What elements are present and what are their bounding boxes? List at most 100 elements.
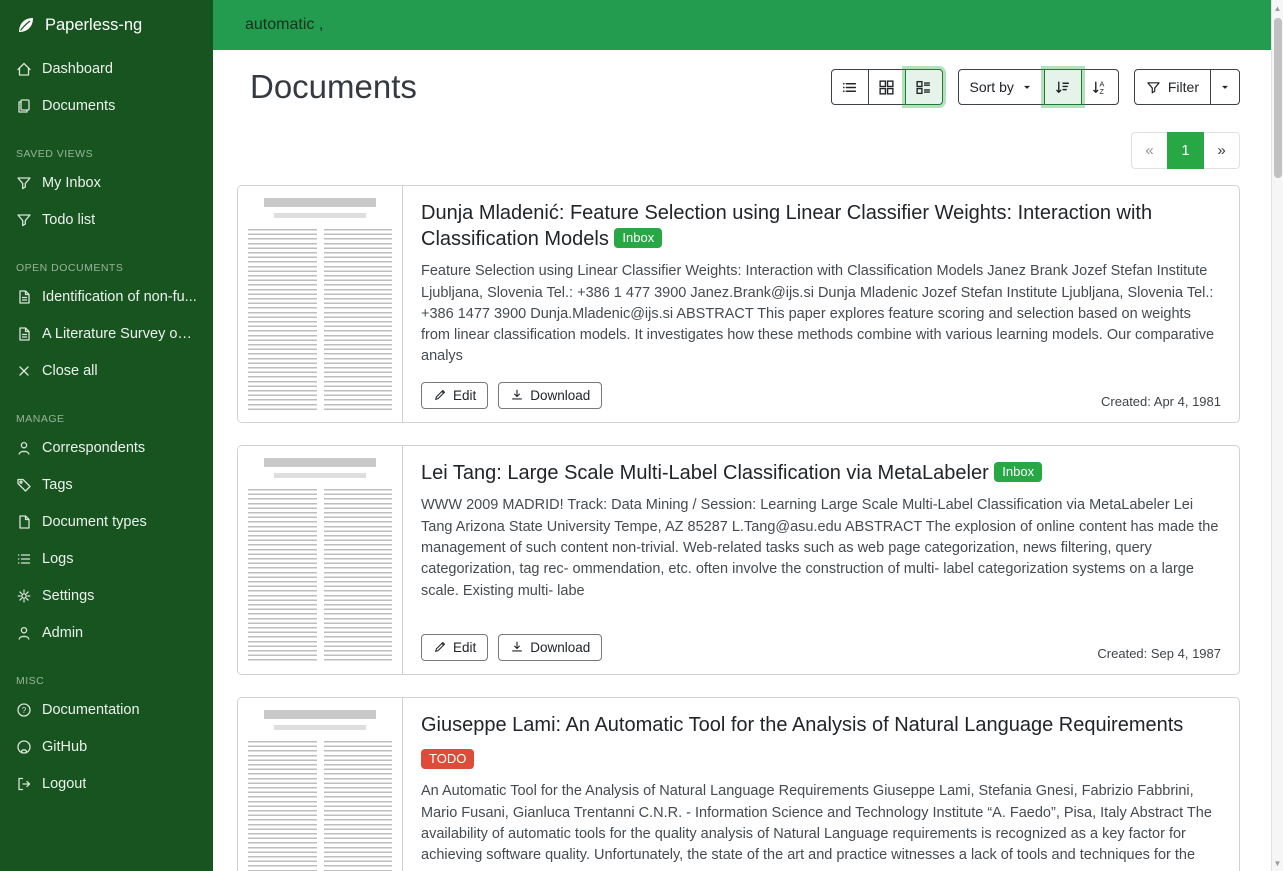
download-icon bbox=[510, 388, 524, 402]
document-thumbnail[interactable] bbox=[238, 446, 403, 674]
sidebar-section-manage: MANAGE bbox=[0, 409, 213, 429]
view-details-button[interactable] bbox=[905, 69, 943, 105]
pagination: « 1 » bbox=[237, 132, 1240, 169]
view-grid-button[interactable] bbox=[868, 69, 906, 105]
view-toggle-group bbox=[831, 69, 943, 105]
download-button[interactable]: Download bbox=[498, 634, 602, 661]
sidebar-item-document-types[interactable]: Document types bbox=[0, 503, 213, 540]
document-title-row: Giuseppe Lami: An Automatic Tool for the… bbox=[421, 713, 1221, 739]
sidebar-section-misc: MISC bbox=[0, 671, 213, 691]
document-title-row: Dunja Mladenić: Feature Selection using … bbox=[421, 201, 1221, 252]
thumbnail-subtitle-block bbox=[274, 213, 366, 218]
svg-text:Z: Z bbox=[1100, 86, 1105, 95]
close-icon bbox=[16, 363, 32, 379]
pagination-next-button[interactable]: » bbox=[1203, 132, 1240, 169]
dashboard-icon bbox=[16, 61, 32, 77]
sidebar-item-my-inbox[interactable]: My Inbox bbox=[0, 164, 213, 201]
sidebar-item-github[interactable]: GitHub bbox=[0, 728, 213, 765]
document-thumbnail[interactable] bbox=[238, 698, 403, 871]
filter-dropdown-button[interactable] bbox=[1210, 69, 1240, 105]
sidebar-item-tags[interactable]: Tags bbox=[0, 466, 213, 503]
sidebar-item-open-doc-2[interactable]: A Literature Survey on ... bbox=[0, 315, 213, 352]
edit-button[interactable]: Edit bbox=[421, 634, 488, 661]
file-text-icon bbox=[16, 289, 32, 305]
sidebar: Paperless-ng Dashboard Documents SAVED V… bbox=[0, 0, 213, 871]
created-date: Created: Apr 4, 1981 bbox=[1101, 394, 1221, 409]
chevron-down-icon bbox=[1021, 81, 1033, 93]
created-date: Created: Sep 4, 1987 bbox=[1097, 646, 1221, 661]
document-thumbnail[interactable] bbox=[238, 186, 403, 422]
sidebar-nav: Dashboard Documents SAVED VIEWS My Inbox… bbox=[0, 50, 213, 802]
document-card: Dunja Mladenić: Feature Selection using … bbox=[237, 185, 1240, 423]
chevron-down-icon bbox=[1219, 81, 1231, 93]
github-icon bbox=[16, 739, 32, 755]
document-snippet: Feature Selection using Linear Classifie… bbox=[421, 261, 1221, 368]
edit-button[interactable]: Edit bbox=[421, 382, 488, 409]
document-title[interactable]: Dunja Mladenić: Feature Selection using … bbox=[421, 202, 1152, 250]
file-text-icon bbox=[16, 326, 32, 342]
search-bar bbox=[213, 0, 1271, 50]
list-view-icon bbox=[841, 79, 858, 96]
sort-alpha-button[interactable]: AZ bbox=[1081, 69, 1119, 105]
sidebar-item-correspondents[interactable]: Correspondents bbox=[0, 429, 213, 466]
sidebar-item-todo-list[interactable]: Todo list bbox=[0, 201, 213, 238]
sidebar-item-settings[interactable]: Settings bbox=[0, 577, 213, 614]
search-input[interactable] bbox=[245, 16, 1251, 34]
person-icon bbox=[16, 625, 32, 641]
view-list-button[interactable] bbox=[831, 69, 869, 105]
scrollbar-thumb[interactable] bbox=[1274, 18, 1282, 178]
document-card: Giuseppe Lami: An Automatic Tool for the… bbox=[237, 697, 1240, 871]
documents-icon bbox=[16, 98, 32, 114]
document-title[interactable]: Lei Tang: Large Scale Multi-Label Classi… bbox=[421, 462, 989, 484]
scrollbar-down-arrow[interactable]: ▼ bbox=[1272, 857, 1283, 869]
vertical-scrollbar[interactable]: ▲ ▼ bbox=[1271, 0, 1283, 871]
sort-by-button[interactable]: Sort by bbox=[958, 69, 1045, 105]
page-title: Documents bbox=[250, 68, 417, 106]
main-area: Documents Sort by bbox=[213, 0, 1271, 871]
sidebar-item-close-all[interactable]: Close all bbox=[0, 352, 213, 389]
sidebar-item-admin[interactable]: Admin bbox=[0, 614, 213, 651]
leaf-logo-icon bbox=[16, 15, 36, 35]
filter-icon bbox=[16, 175, 32, 191]
logout-icon bbox=[16, 776, 32, 792]
pencil-icon bbox=[433, 388, 447, 402]
thumbnail-subtitle-block bbox=[274, 473, 366, 478]
sidebar-item-dashboard[interactable]: Dashboard bbox=[0, 50, 213, 87]
person-icon bbox=[16, 440, 32, 456]
thumbnail-title-block bbox=[264, 198, 376, 207]
document-snippet: WWW 2009 MADRID! Track: Data Mining / Se… bbox=[421, 495, 1221, 602]
thumbnail-title-block bbox=[264, 710, 376, 719]
sidebar-item-open-doc-1[interactable]: Identification of non-fu... bbox=[0, 278, 213, 315]
sidebar-item-logout[interactable]: Logout bbox=[0, 765, 213, 802]
thumbnail-title-block bbox=[264, 458, 376, 467]
sidebar-item-documentation[interactable]: ? Documentation bbox=[0, 691, 213, 728]
pagination-page-1[interactable]: 1 bbox=[1167, 132, 1204, 169]
filter-group: Filter bbox=[1134, 69, 1240, 105]
tag-icon bbox=[16, 477, 32, 493]
filter-icon bbox=[16, 212, 32, 228]
document-title[interactable]: Giuseppe Lami: An Automatic Tool for the… bbox=[421, 714, 1183, 736]
sidebar-item-documents[interactable]: Documents bbox=[0, 87, 213, 124]
funnel-icon bbox=[1146, 80, 1161, 95]
pagination-prev-button[interactable]: « bbox=[1131, 132, 1168, 169]
tag-badge-todo[interactable]: TODO bbox=[421, 749, 474, 769]
scrollbar-up-arrow[interactable]: ▲ bbox=[1272, 2, 1283, 14]
download-button[interactable]: Download bbox=[498, 382, 602, 409]
sort-group: Sort by AZ bbox=[958, 69, 1119, 105]
sidebar-item-logs[interactable]: Logs bbox=[0, 540, 213, 577]
app-brand[interactable]: Paperless-ng bbox=[0, 0, 213, 50]
document-card: Lei Tang: Large Scale Multi-Label Classi… bbox=[237, 445, 1240, 675]
toolbar: Sort by AZ Filter bbox=[831, 69, 1240, 105]
documents-page: Documents Sort by bbox=[213, 50, 1271, 871]
tag-badge-inbox[interactable]: Inbox bbox=[614, 228, 662, 248]
app-title: Paperless-ng bbox=[45, 16, 142, 35]
sort-direction-button[interactable] bbox=[1044, 69, 1082, 105]
help-icon: ? bbox=[16, 702, 32, 718]
document-title-row: Lei Tang: Large Scale Multi-Label Classi… bbox=[421, 461, 1221, 487]
gear-icon bbox=[16, 588, 32, 604]
pencil-icon bbox=[433, 640, 447, 654]
tag-badge-inbox[interactable]: Inbox bbox=[994, 462, 1042, 482]
file-icon bbox=[16, 514, 32, 530]
sidebar-section-saved-views: SAVED VIEWS bbox=[0, 144, 213, 164]
filter-button[interactable]: Filter bbox=[1134, 69, 1211, 105]
